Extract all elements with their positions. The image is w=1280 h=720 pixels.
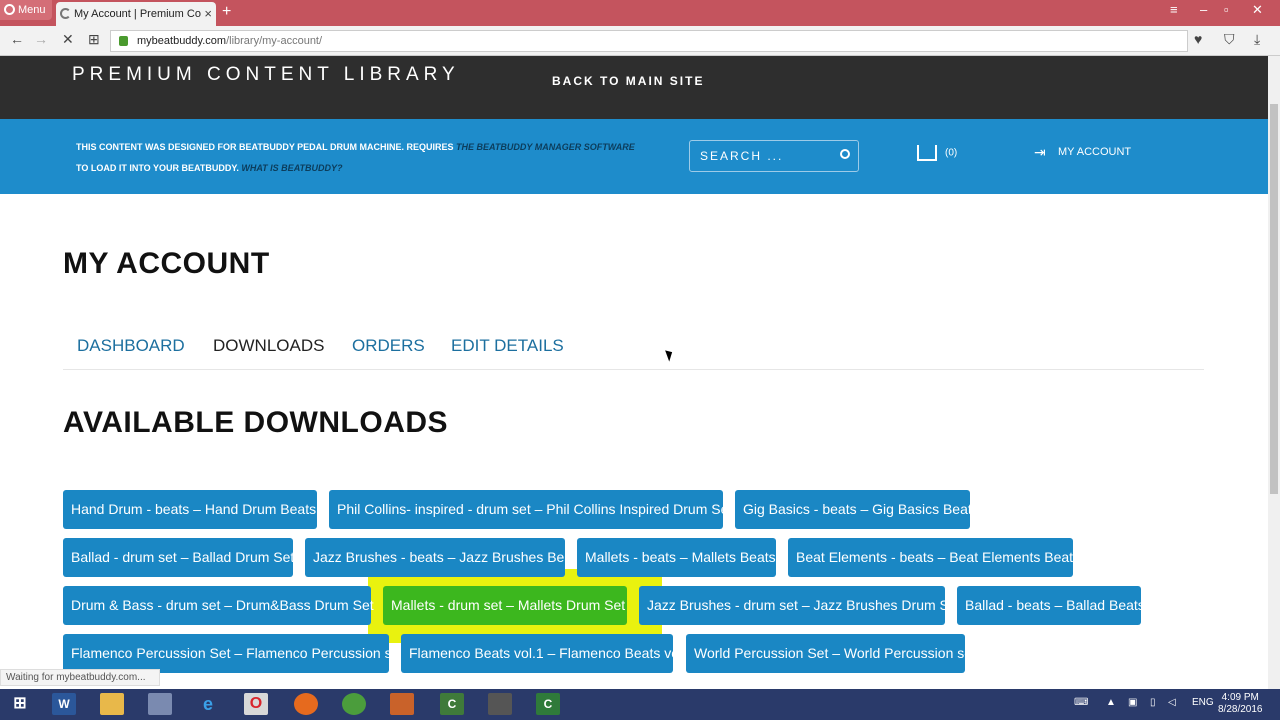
media-app-icon[interactable] bbox=[488, 693, 512, 715]
back-to-main-site-link[interactable]: BACK TO MAIN SITE bbox=[552, 74, 704, 88]
cart-link[interactable]: (0) bbox=[917, 145, 957, 161]
loading-spinner-icon bbox=[60, 8, 71, 19]
download-button[interactable]: Jazz Brushes - drum set – Jazz Brushes D… bbox=[639, 586, 961, 625]
camtasia-recorder-icon[interactable]: C bbox=[536, 693, 560, 715]
snipping-tool-icon[interactable] bbox=[148, 693, 172, 715]
battery-icon[interactable]: ▯ bbox=[1150, 697, 1156, 708]
cart-count: (0) bbox=[945, 147, 958, 159]
download-button[interactable]: Ballad - beats – Ballad Beats bbox=[957, 586, 1145, 625]
adblock-shield-icon[interactable]: ⛉ bbox=[1224, 31, 1235, 48]
chrome-icon[interactable] bbox=[342, 693, 366, 715]
address-bar: ← → ✕ ⊞ mybeatbuddy.com/library/my-accou… bbox=[0, 26, 1280, 56]
opera-icon[interactable]: O bbox=[244, 693, 268, 715]
notice-text: THIS CONTENT WAS DESIGNED FOR BEATBUDDY … bbox=[76, 142, 457, 152]
windows-start-icon[interactable]: ⊞ bbox=[8, 693, 32, 715]
search-placeholder: SEARCH ... bbox=[700, 149, 784, 163]
download-button[interactable]: Gig Basics - beats – Gig Basics Beats bbox=[735, 490, 979, 529]
download-button-highlighted[interactable]: Mallets - drum set – Mallets Drum Set bbox=[383, 586, 627, 625]
my-account-link[interactable]: ⇥ MY ACCOUNT bbox=[1034, 145, 1131, 159]
download-button[interactable]: Jazz Brushes - beats – Jazz Brushes Beat… bbox=[305, 538, 583, 577]
tab-edit-details[interactable]: EDIT DETAILS bbox=[451, 336, 564, 356]
browser-status-bar: Waiting for mybeatbuddy.com... bbox=[0, 669, 160, 686]
download-button[interactable]: Mallets - beats – Mallets Beats bbox=[577, 538, 776, 577]
file-explorer-icon[interactable] bbox=[100, 693, 124, 715]
close-tab-icon[interactable]: × bbox=[204, 2, 212, 26]
my-account-label: MY ACCOUNT bbox=[1058, 145, 1132, 158]
tools-app-icon[interactable] bbox=[390, 693, 414, 715]
scrollbar-thumb[interactable] bbox=[1270, 104, 1278, 494]
url-host: mybeatbuddy.com bbox=[137, 35, 227, 47]
site-brand[interactable]: PREMIUM CONTENT LIBRARY bbox=[72, 64, 460, 86]
section-title: AVAILABLE DOWNLOADS bbox=[63, 406, 449, 439]
windows-taskbar: ⊞ W e O C C ⌨ ▲ ▣ ▯ ◁ ENG 4:09 PM 8/28/2… bbox=[0, 689, 1280, 720]
search-input[interactable]: SEARCH ... bbox=[689, 140, 859, 172]
download-button[interactable]: World Percussion Set – World Percussion … bbox=[686, 634, 976, 673]
secure-lock-icon bbox=[119, 36, 128, 46]
tab-downloads[interactable]: DOWNLOADS bbox=[213, 336, 324, 356]
download-button[interactable]: Hand Drum - beats – Hand Drum Beats bbox=[63, 490, 317, 529]
site-header: PREMIUM CONTENT LIBRARY BACK TO MAIN SIT… bbox=[0, 56, 1268, 119]
browser-menu-label: Menu bbox=[18, 4, 46, 16]
clock-date: 8/28/2016 bbox=[1218, 704, 1263, 715]
site-subheader: THIS CONTENT WAS DESIGNED FOR BEATBUDDY … bbox=[0, 119, 1268, 194]
requirement-notice: THIS CONTENT WAS DESIGNED FOR BEATBUDDY … bbox=[76, 137, 636, 179]
forward-arrow-icon[interactable]: → bbox=[34, 31, 48, 47]
url-field[interactable]: mybeatbuddy.com/library/my-account/ bbox=[110, 30, 1188, 52]
stop-loading-icon[interactable]: ✕ bbox=[62, 31, 74, 48]
download-button[interactable]: Phil Collins- inspired - drum set – Phil… bbox=[329, 490, 732, 529]
camtasia-icon[interactable]: C bbox=[440, 693, 464, 715]
notice-text-2: TO LOAD IT INTO YOUR BEATBUDDY. bbox=[76, 163, 242, 173]
network-icon[interactable]: ▣ bbox=[1128, 697, 1137, 708]
tab-title: My Account | Premium Co bbox=[74, 8, 201, 20]
search-icon[interactable] bbox=[840, 149, 850, 159]
page-scrollbar[interactable] bbox=[1268, 56, 1280, 689]
url-path: /library/my-account/ bbox=[226, 35, 323, 47]
clock-time: 4:09 PM bbox=[1221, 692, 1259, 703]
what-is-beatbuddy-link[interactable]: WHAT IS BEATBUDDY? bbox=[241, 163, 342, 173]
language-indicator[interactable]: ENG bbox=[1192, 697, 1214, 708]
download-button[interactable]: Ballad - drum set – Ballad Drum Set bbox=[63, 538, 294, 577]
tab-menu-icon[interactable]: ≡ bbox=[1170, 2, 1178, 17]
maximize-icon[interactable]: ▫ bbox=[1224, 2, 1229, 17]
login-arrow-icon: ⇥ bbox=[1034, 144, 1046, 160]
back-arrow-icon[interactable]: ← bbox=[10, 31, 24, 47]
browser-tab[interactable]: My Account | Premium Co × bbox=[56, 2, 216, 26]
download-button[interactable]: Drum & Bass - drum set – Drum&Bass Drum … bbox=[63, 586, 374, 625]
download-button[interactable]: Flamenco Beats vol.1 – Flamenco Beats vo… bbox=[401, 634, 690, 673]
taskbar-clock[interactable]: 4:09 PM 8/28/2016 bbox=[1218, 692, 1263, 716]
opera-logo-icon bbox=[4, 4, 15, 15]
cart-icon bbox=[917, 145, 937, 161]
volume-icon[interactable]: ◁ bbox=[1168, 697, 1176, 708]
download-button[interactable]: Beat Elements - beats – Beat Elements Be… bbox=[788, 538, 1080, 577]
browser-title-bar: Menu My Account | Premium Co × + ≡ – ▫ ✕ bbox=[0, 0, 1280, 26]
manager-software-link[interactable]: THE BEATBUDDY MANAGER SOFTWARE bbox=[456, 142, 635, 152]
browser-menu-button[interactable]: Menu bbox=[0, 0, 52, 20]
close-window-icon[interactable]: ✕ bbox=[1252, 2, 1263, 18]
tab-orders[interactable]: ORDERS bbox=[352, 336, 425, 356]
keyboard-icon[interactable]: ⌨ bbox=[1074, 697, 1088, 708]
internet-explorer-icon[interactable]: e bbox=[196, 693, 220, 715]
word-icon[interactable]: W bbox=[52, 693, 76, 715]
tray-expand-icon[interactable]: ▲ bbox=[1106, 697, 1116, 708]
speed-dial-icon[interactable]: ⊞ bbox=[88, 31, 100, 48]
tab-dashboard[interactable]: DASHBOARD bbox=[77, 336, 185, 356]
nav-divider bbox=[63, 369, 1204, 370]
download-icon[interactable]: ⤓ bbox=[1254, 31, 1260, 48]
mouse-cursor-icon bbox=[665, 348, 675, 362]
new-tab-icon[interactable]: + bbox=[222, 3, 231, 21]
minimize-icon[interactable]: – bbox=[1200, 2, 1207, 17]
download-button[interactable]: Flamenco Percussion Set – Flamenco Percu… bbox=[63, 634, 403, 673]
page-title: MY ACCOUNT bbox=[63, 247, 270, 280]
firefox-icon[interactable] bbox=[294, 693, 318, 715]
bookmark-heart-icon[interactable]: ♥ bbox=[1194, 31, 1202, 47]
